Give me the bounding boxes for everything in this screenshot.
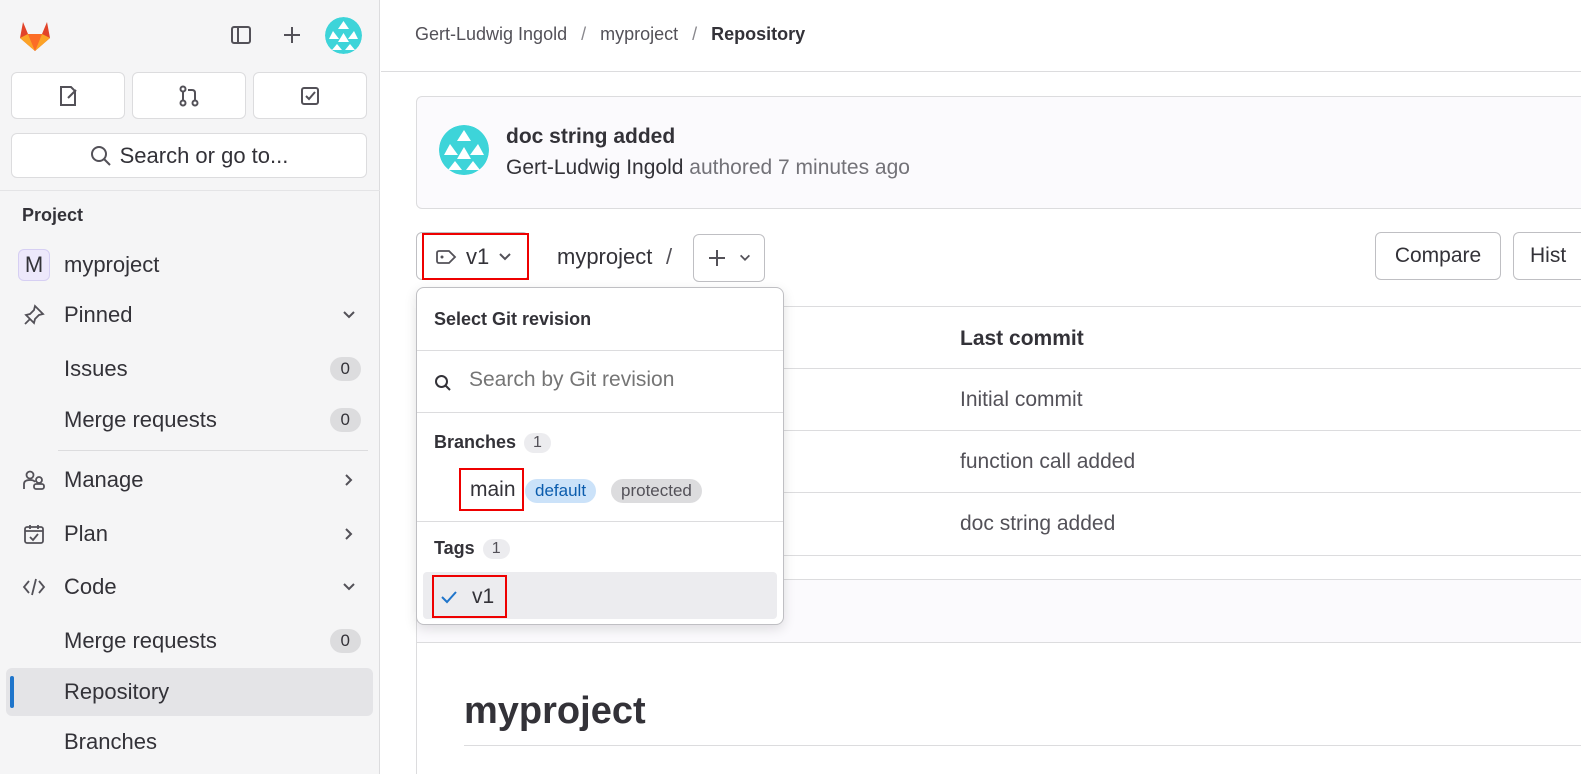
repo-path[interactable]: myproject — [557, 244, 652, 270]
git-revision-dropdown: Select Git revision Branches 1 main defa… — [416, 287, 784, 625]
calendar-icon — [20, 520, 48, 548]
breadcrumb-separator: / — [692, 24, 698, 44]
gitlab-logo-icon[interactable] — [16, 16, 54, 54]
commit-author[interactable]: Gert-Ludwig Ingold — [506, 156, 683, 179]
table-row-commit[interactable]: doc string added — [960, 512, 1115, 536]
readme-title: myproject — [464, 690, 646, 732]
section-title: Project — [22, 205, 84, 225]
sidebar-item-label: Code — [64, 574, 117, 599]
tag-icon — [436, 249, 457, 264]
last-commit-panel: doc string added Gert-Ludwig Ingold auth… — [416, 96, 1581, 209]
pin-icon — [20, 301, 48, 329]
protected-badge: protected — [611, 479, 702, 503]
count-badge: 0 — [329, 357, 361, 381]
merge-request-icon — [179, 85, 199, 106]
tags-label: Tags — [434, 538, 475, 558]
default-badge: default — [525, 479, 597, 503]
breadcrumb-separator: / — [581, 24, 587, 44]
last-commit-header: Last commit — [960, 327, 1084, 350]
sidebar-item-project[interactable]: M myproject — [6, 241, 373, 289]
breadcrumb-current[interactable]: Repository — [711, 24, 805, 45]
dropdown-divider — [417, 412, 783, 413]
count-badge: 0 — [329, 408, 361, 432]
nav-divider — [58, 450, 368, 451]
chevron-down-icon — [339, 305, 359, 325]
commit-author-avatar[interactable] — [439, 125, 489, 175]
breadcrumb-user[interactable]: Gert-Ludwig Ingold — [415, 24, 567, 45]
readme-divider — [464, 745, 1581, 746]
sidebar-item-label: Repository — [64, 679, 170, 704]
sidebar-item-label: Branches — [64, 729, 157, 754]
revision-label: v1 — [466, 243, 490, 269]
breadcrumb: Gert-Ludwig Ingold / myproject / Reposit… — [415, 24, 805, 45]
todo-icon — [301, 86, 319, 105]
sidebar-item-repository[interactable]: Repository — [6, 668, 373, 716]
plus-icon[interactable] — [277, 20, 307, 50]
dropdown-title: Select Git revision — [434, 309, 592, 329]
commit-time: authored 7 minutes ago — [689, 156, 910, 179]
revision-search-input[interactable] — [469, 368, 769, 392]
branches-count: 1 — [524, 432, 551, 453]
tag-item-v1-highlight[interactable]: v1 — [432, 575, 507, 618]
sidebar-item-merge-requests[interactable]: Merge requests 0 — [6, 396, 373, 444]
sidebar-item-plan[interactable]: Plan — [6, 510, 373, 558]
dropdown-divider — [417, 521, 783, 522]
sidebar-item-label: Merge requests — [64, 407, 217, 432]
users-icon — [20, 466, 48, 494]
dropdown-divider — [417, 350, 783, 351]
sidebar-item-label: Manage — [64, 467, 144, 492]
revision-dropdown-highlight[interactable]: v1 — [422, 233, 529, 280]
sidebar-item-manage[interactable]: Manage — [6, 456, 373, 504]
history-button[interactable]: Hist — [1513, 232, 1581, 280]
sidebar-toggle-icon[interactable] — [226, 20, 256, 50]
table-row-commit[interactable]: Initial commit — [960, 388, 1083, 412]
search-label: Search or go to... — [119, 142, 289, 168]
code-icon — [20, 573, 48, 601]
commit-meta: Gert-Ludwig Ingold authored 7 minutes ag… — [506, 156, 910, 180]
chevron-down-icon — [499, 252, 511, 260]
sidebar-item-issues[interactable]: Issues 0 — [6, 345, 373, 393]
sidebar-item-label: Plan — [64, 521, 109, 546]
branches-label: Branches — [434, 432, 517, 452]
sidebar-item-code-merge-requests[interactable]: Merge requests 0 — [6, 617, 373, 665]
commit-title[interactable]: doc string added — [506, 125, 675, 149]
chevron-right-icon — [339, 470, 359, 490]
tags-count: 1 — [482, 538, 510, 559]
plus-icon — [709, 250, 725, 266]
sidebar-item-pinned[interactable]: Pinned — [6, 291, 373, 339]
issues-icon — [60, 85, 77, 106]
chevron-down-icon — [339, 577, 359, 597]
chevron-right-icon — [339, 524, 359, 544]
chevron-down-icon — [740, 254, 750, 261]
todo-quick-button[interactable] — [253, 72, 367, 119]
check-icon — [441, 590, 457, 603]
search-icon — [90, 145, 111, 166]
tag-name: v1 — [472, 584, 495, 608]
sidebar-item-label: myproject — [64, 252, 160, 277]
compare-button[interactable]: Compare — [1375, 232, 1501, 280]
sidebar-item-label: Merge requests — [64, 628, 217, 653]
sidebar-item-code[interactable]: Code — [6, 563, 373, 611]
sidebar-item-label: Pinned — [64, 302, 133, 327]
tags-group-header: Tags 1 — [434, 538, 510, 559]
sidebar-item-label: Issues — [64, 356, 128, 381]
merge-requests-quick-button[interactable] — [132, 72, 246, 119]
breadcrumb-project[interactable]: myproject — [600, 24, 678, 45]
add-file-button[interactable] — [693, 234, 765, 282]
project-avatar: M — [18, 249, 50, 281]
branches-group-header: Branches 1 — [434, 432, 551, 453]
sidebar-item-branches[interactable]: Branches — [6, 718, 373, 766]
sidebar-divider — [0, 190, 380, 191]
top-bar: Gert-Ludwig Ingold / myproject / Reposit… — [381, 0, 1581, 72]
count-badge: 0 — [329, 629, 361, 653]
table-row-commit[interactable]: function call added — [960, 450, 1135, 474]
branch-item-main[interactable]: main — [459, 468, 524, 511]
path-separator: / — [666, 244, 673, 269]
search-icon — [435, 375, 451, 391]
issues-quick-button[interactable] — [11, 72, 125, 119]
sidebar: Search or go to... Project M myproject P… — [0, 0, 380, 774]
user-avatar[interactable] — [325, 17, 362, 54]
search-button[interactable]: Search or go to... — [11, 133, 367, 178]
